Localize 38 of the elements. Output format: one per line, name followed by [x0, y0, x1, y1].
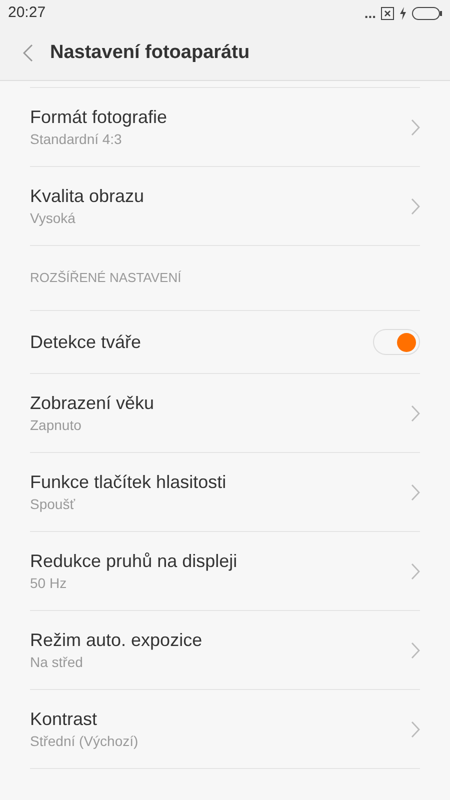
charging-icon [399, 6, 407, 20]
setting-title: Detekce tváře [30, 330, 142, 354]
settings-row[interactable]: Detekce tváře [30, 311, 420, 374]
chevron-right-icon [411, 118, 420, 136]
settings-row[interactable]: Formát fotografie Standardní 4:3 [30, 88, 420, 167]
setting-value: Zapnuto [30, 417, 82, 434]
settings-row[interactable]: Redukce pruhů na displeji 50 Hz [30, 532, 420, 611]
settings-row[interactable]: Zobrazení věku Zapnuto [30, 374, 420, 453]
screen-title: Nastavení fotoaparátu [50, 40, 250, 65]
settings-row[interactable]: Kontrast Střední (Výchozí) [30, 690, 420, 769]
settings-row[interactable]: Funkce tlačítek hlasitosti Spoušť [30, 453, 420, 532]
status-time: 20:27 [8, 2, 46, 23]
chevron-right-icon [411, 720, 420, 738]
chevron-right-icon [411, 198, 420, 214]
battery-icon [412, 6, 442, 20]
setting-value: Střední (Výchozí) [30, 733, 138, 750]
setting-value: 50 Hz [30, 575, 68, 592]
setting-value: Vysoká [30, 210, 76, 228]
setting-title: Režim auto. expozice [30, 628, 202, 651]
chevron-right-icon [411, 484, 420, 500]
more-dots: ... [364, 6, 376, 20]
setting-title: Kontrast [30, 708, 98, 730]
setting-title: Formát fotografie [30, 106, 168, 128]
chevron-right-icon [411, 562, 420, 580]
settings-row[interactable]: Režim auto. expozice Na střed [30, 611, 420, 690]
chevron-right-icon [411, 642, 420, 658]
toggle-switch[interactable] [373, 329, 420, 355]
setting-value: Standardní 4:3 [30, 131, 123, 148]
setting-title: Kvalita obrazu [30, 184, 144, 207]
no-sim-icon [381, 6, 394, 20]
setting-title: Zobrazení věku [30, 392, 154, 414]
chevron-right-icon [411, 404, 420, 422]
setting-title: Redukce pruhů na displeji [30, 550, 238, 572]
setting-value: Na střed [30, 654, 84, 672]
setting-value: Spoušť [30, 496, 76, 514]
setting-title: Funkce tlačítek hlasitosti [30, 470, 226, 493]
section-header: ROZŠÍŘENÉ NASTAVENÍ [30, 269, 182, 288]
settings-row[interactable]: Kvalita obrazu Vysoká [30, 167, 420, 246]
